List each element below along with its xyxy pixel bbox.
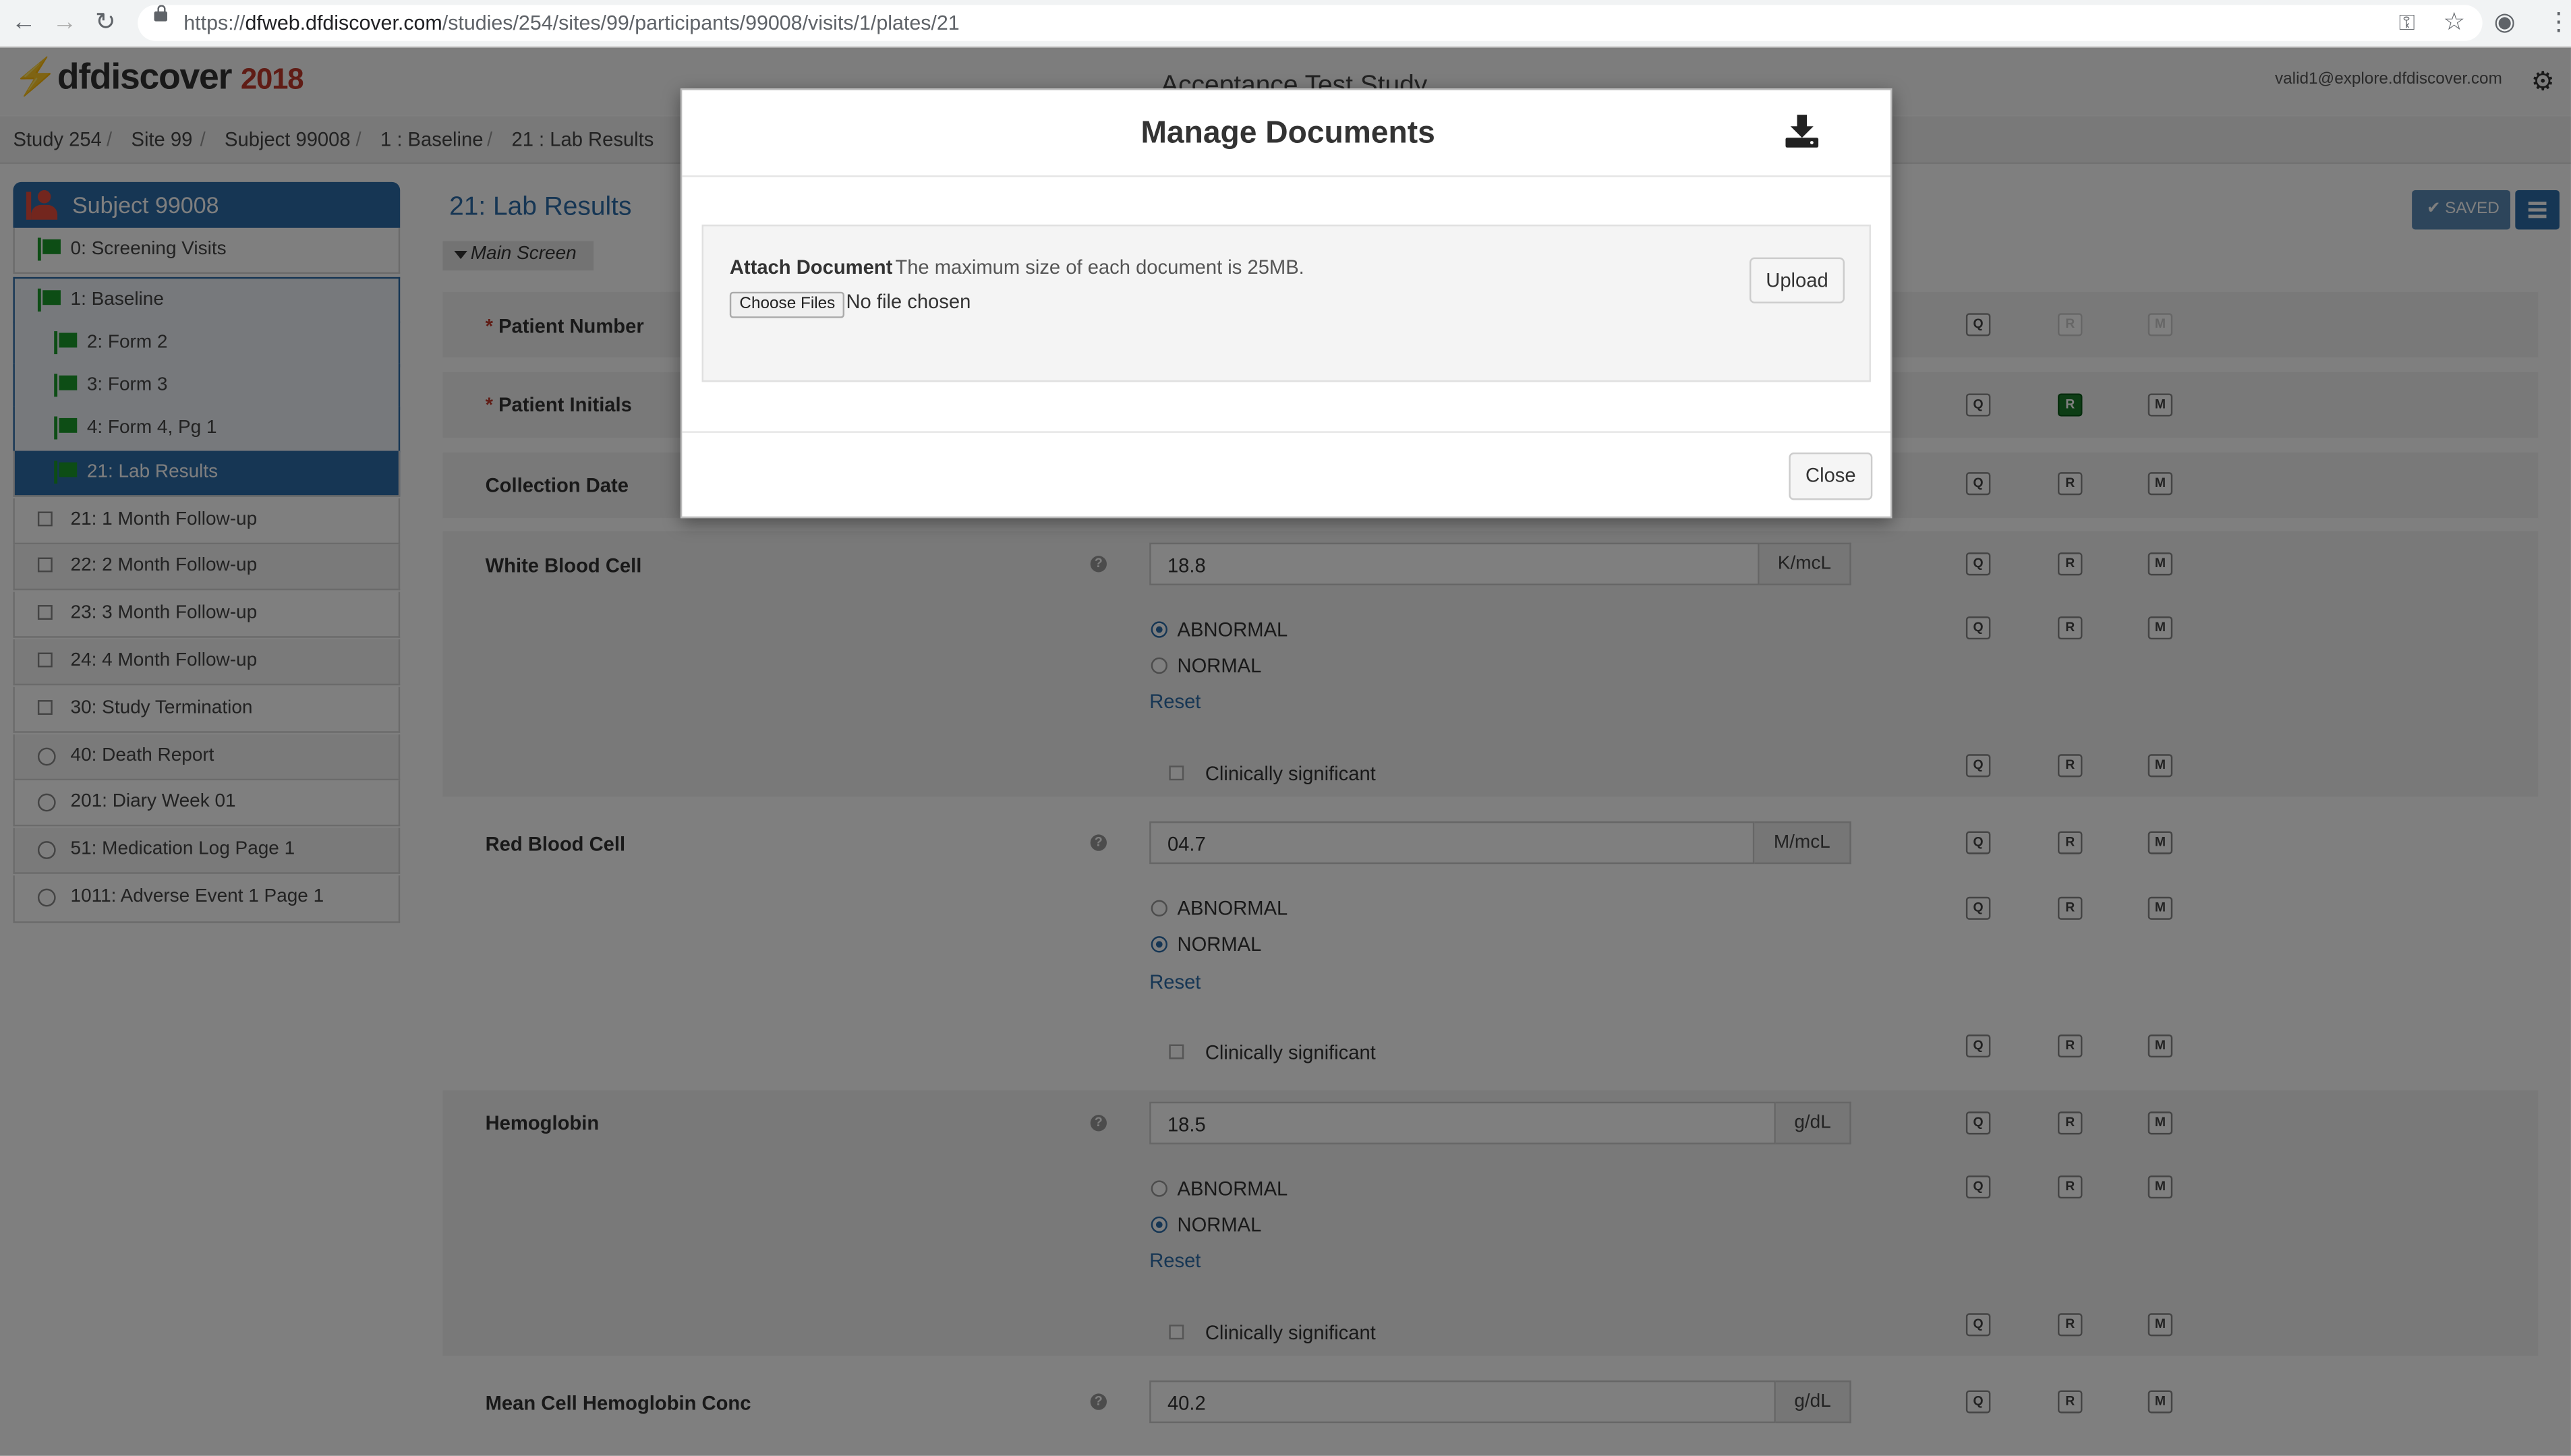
download-icon[interactable]	[1784, 113, 1820, 149]
account-icon[interactable]: ◉	[2494, 8, 2516, 38]
divider	[682, 431, 1891, 433]
divider	[682, 175, 1891, 177]
lock-icon	[154, 5, 167, 22]
close-button[interactable]: Close	[1789, 452, 1873, 500]
forward-icon[interactable]: →	[53, 8, 77, 38]
star-icon[interactable]: ☆	[2443, 8, 2465, 38]
url-path: /studies/254/sites/99/participants/99008…	[442, 11, 960, 35]
manage-documents-dialog: Manage Documents Attach Document The max…	[680, 88, 1893, 519]
back-icon[interactable]: ←	[11, 8, 36, 38]
browser-toolbar: ← → ↻ https://dfweb.dfdiscover.com/studi…	[0, 0, 2571, 48]
url-host: dfweb.dfdiscover.com	[245, 11, 442, 35]
key-icon[interactable]: ⚿	[2399, 8, 2415, 38]
url-text[interactable]: https://dfweb.dfdiscover.com/studies/254…	[183, 11, 959, 34]
max-size-note: The maximum size of each document is 25M…	[895, 256, 1304, 279]
more-icon[interactable]: ⋮	[2546, 8, 2570, 38]
dialog-title: Manage Documents	[1140, 116, 1435, 151]
upload-button[interactable]: Upload	[1749, 257, 1845, 303]
url-prefix: https://	[183, 11, 245, 35]
attach-document-label: Attach Document	[729, 256, 893, 279]
choose-files-button[interactable]: Choose Files	[729, 291, 845, 318]
no-file-chosen-text: No file chosen	[846, 290, 971, 314]
attach-document-panel: Attach Document The maximum size of each…	[701, 225, 1871, 382]
reload-icon[interactable]: ↻	[95, 8, 116, 38]
